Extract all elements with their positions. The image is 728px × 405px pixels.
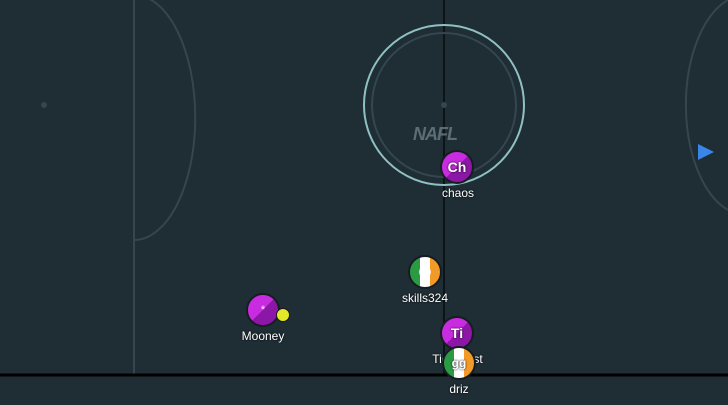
player-badge: * bbox=[260, 303, 266, 316]
player-name-mooney: Mooney bbox=[241, 329, 285, 343]
player-token-skills324[interactable] bbox=[408, 255, 442, 289]
player-name-skills324: skills324 bbox=[401, 291, 449, 305]
player-token-driz[interactable]: gg bbox=[442, 346, 476, 380]
ball bbox=[276, 308, 290, 322]
player-token-mooney[interactable]: * bbox=[246, 293, 280, 327]
center-spot bbox=[441, 102, 447, 108]
player-avatar-icon bbox=[419, 266, 431, 278]
player-badge: gg bbox=[451, 356, 467, 370]
pitch bbox=[0, 0, 728, 405]
player-badge: Ch bbox=[447, 159, 467, 175]
pitch-surface bbox=[0, 0, 728, 405]
player-token-chaos[interactable]: Ch bbox=[440, 150, 474, 184]
player-badge: Ti bbox=[450, 325, 464, 341]
triangle-right-icon[interactable] bbox=[698, 144, 714, 160]
game-stage[interactable]: NAFL Ch chaos skills324 * Mooney Ti Tic … bbox=[0, 0, 728, 405]
league-logo: NAFL bbox=[413, 124, 458, 144]
player-name-driz: driz bbox=[449, 382, 469, 396]
left-penalty-spot bbox=[41, 102, 47, 108]
player-name-chaos: chaos bbox=[441, 186, 475, 200]
player-token-ti[interactable]: Ti bbox=[440, 316, 474, 350]
